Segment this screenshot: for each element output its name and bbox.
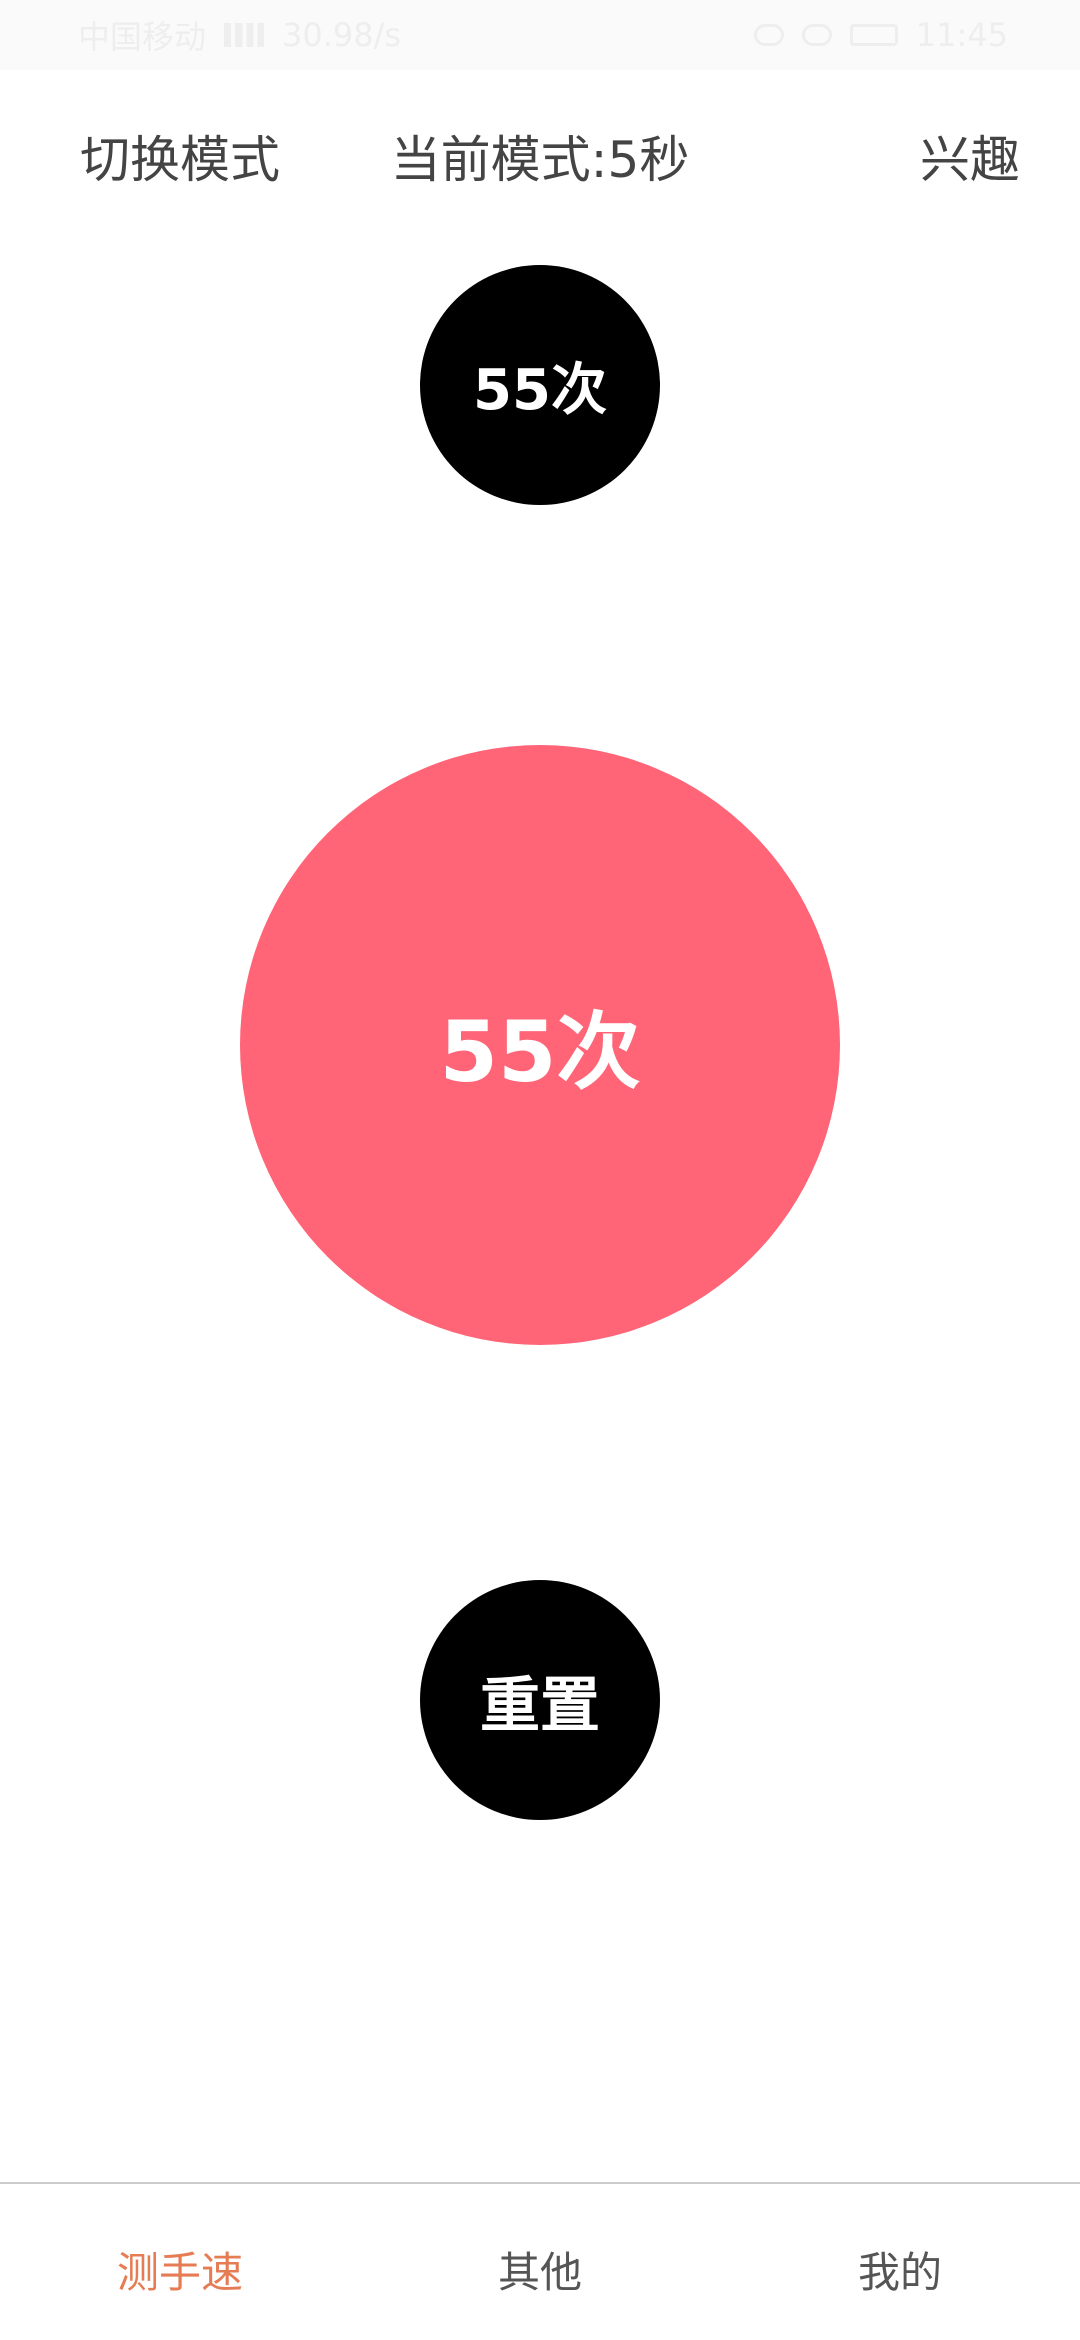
tap-button[interactable]: 55次 (240, 745, 840, 1345)
network-speed: 30.98/s (282, 16, 402, 54)
top-toolbar: 切换模式 当前模式:5秒 兴趣 (0, 110, 1080, 200)
signal-icon (224, 23, 265, 47)
status-right: 11:45 (753, 16, 1008, 54)
status-left: 中国移动 30.98/s (78, 12, 401, 58)
nav-tab-mine[interactable]: 我的 (810, 2239, 990, 2300)
app-screen: 中国移动 30.98/s 11:45 切换模式 当前模式:5秒 兴趣 55次 5… (0, 0, 1080, 2340)
eye-icon (753, 24, 784, 46)
nav-tab-other[interactable]: 其他 (450, 2239, 630, 2300)
switch-mode-button[interactable]: 切换模式 (80, 120, 280, 192)
status-bar: 中国移动 30.98/s 11:45 (0, 0, 1080, 70)
bottom-navigation: 测手速 其他 我的 (0, 2182, 1080, 2340)
reset-button[interactable]: 重置 (420, 1580, 660, 1820)
tap-count-text: 55次 (439, 1002, 641, 1101)
status-time: 11:45 (915, 16, 1008, 54)
nav-tab-speed-test[interactable]: 测手速 (90, 2239, 270, 2300)
battery-icon (849, 24, 898, 46)
reset-label: 重置 (480, 1670, 600, 1741)
interest-button[interactable]: 兴趣 (920, 120, 1020, 192)
alarm-icon (801, 24, 832, 46)
click-count-display: 55次 (420, 265, 660, 505)
click-count-text: 55次 (473, 357, 607, 423)
carrier-name: 中国移动 (78, 18, 207, 56)
